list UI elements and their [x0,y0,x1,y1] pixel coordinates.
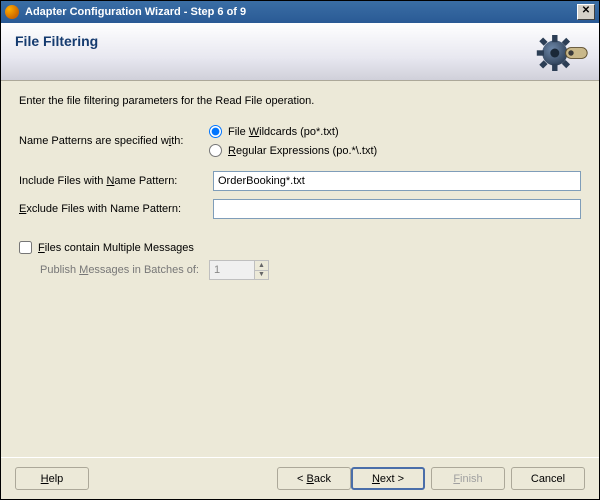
wizard-header: File Filtering [1,23,599,81]
radio-regular-expressions[interactable]: Regular Expressions (po.*\.txt) [209,144,377,157]
batch-size-row: Publish Messages in Batches of: ▲ ▼ [19,260,581,280]
next-button[interactable]: Next > [351,467,425,490]
gear-icon [535,31,589,75]
wizard-footer: Help < Back Next > Finish Cancel [1,457,599,499]
pattern-mode-radios: File Wildcards (po*.txt) Regular Express… [209,125,377,157]
multiple-messages-label: Files contain Multiple Messages [38,242,194,254]
exclude-pattern-input[interactable] [213,199,581,219]
cancel-button[interactable]: Cancel [511,467,585,490]
close-button[interactable]: ✕ [577,4,595,20]
radio-file-wildcards[interactable]: File Wildcards (po*.txt) [209,125,377,138]
content-area: Enter the file filtering parameters for … [1,81,599,457]
pattern-mode-row: Name Patterns are specified with: File W… [19,125,581,157]
batch-size-spinner: ▲ ▼ [209,260,269,280]
instruction-text: Enter the file filtering parameters for … [19,95,581,107]
window-title: Adapter Configuration Wizard - Step 6 of… [25,6,577,18]
help-button[interactable]: Help [15,467,89,490]
nav-button-group: < Back Next > [277,467,425,490]
include-pattern-label: Include Files with Name Pattern: [19,175,209,187]
exclude-pattern-row: Exclude Files with Name Pattern: [19,199,581,219]
app-icon [5,5,19,19]
multiple-messages-row: Files contain Multiple Messages [19,241,581,254]
batch-size-label: Publish Messages in Batches of: [19,264,209,276]
spinner-arrows: ▲ ▼ [254,261,268,279]
titlebar: Adapter Configuration Wizard - Step 6 of… [1,1,599,23]
exclude-pattern-label: Exclude Files with Name Pattern: [19,203,209,215]
finish-button: Finish [431,467,505,490]
back-button[interactable]: < Back [277,467,351,490]
page-title: File Filtering [15,33,98,49]
include-pattern-input[interactable] [213,171,581,191]
include-pattern-row: Include Files with Name Pattern: [19,171,581,191]
radio-regular-expressions-input[interactable] [209,144,222,157]
spinner-up-icon: ▲ [255,261,268,271]
pattern-mode-label: Name Patterns are specified with: [19,135,209,147]
spinner-down-icon: ▼ [255,271,268,280]
radio-file-wildcards-input[interactable] [209,125,222,138]
batch-size-input [210,261,254,279]
wizard-window: Adapter Configuration Wizard - Step 6 of… [0,0,600,500]
multiple-messages-checkbox[interactable] [19,241,32,254]
